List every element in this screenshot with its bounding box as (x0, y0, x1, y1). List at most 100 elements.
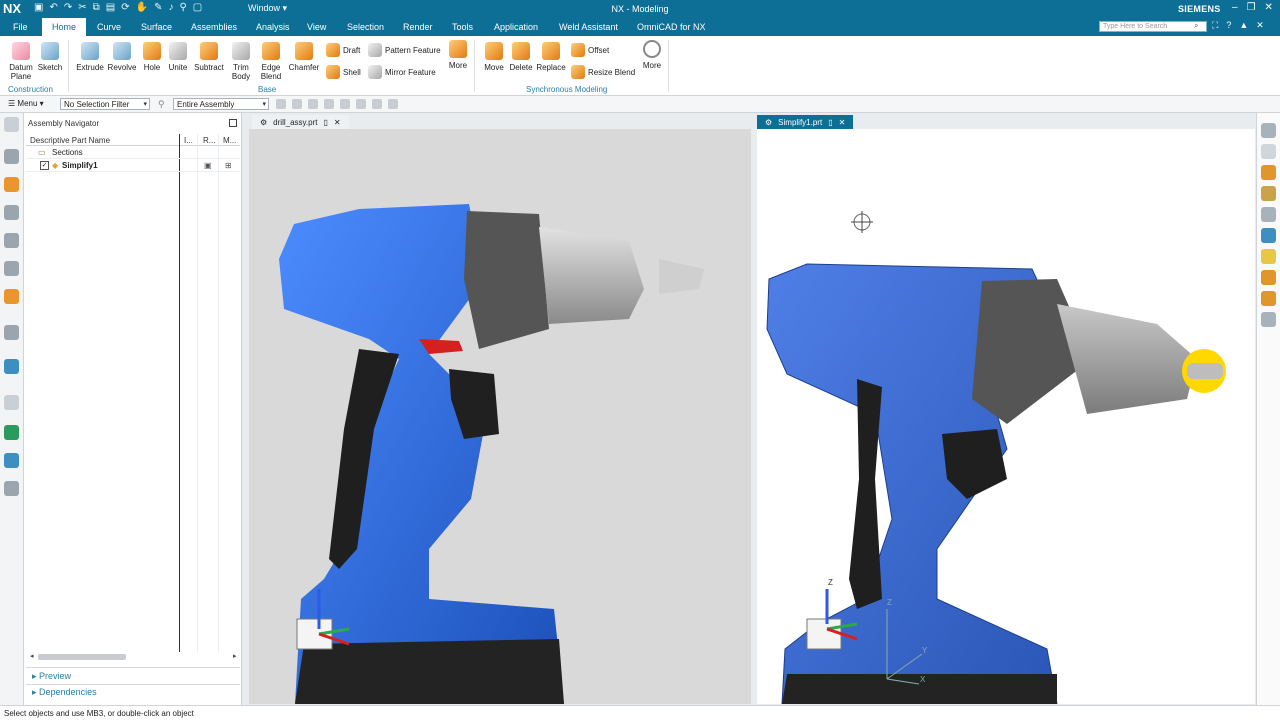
up-icon[interactable]: ▲ (1239, 20, 1248, 31)
sketch-button[interactable]: Sketch (38, 42, 62, 72)
web-browser-icon[interactable] (4, 359, 19, 374)
gear-icon[interactable] (4, 117, 19, 132)
preview-panel-toggle[interactable]: ▸ Preview (32, 671, 71, 682)
scroll-right-icon[interactable]: ▸ (233, 652, 237, 660)
checkbox-icon[interactable]: ✓ (40, 161, 49, 170)
pattern-feature-button[interactable]: Pattern Feature (368, 43, 441, 57)
column-header-i[interactable]: I... (184, 136, 193, 145)
close-tab-icon[interactable]: ✕ (334, 118, 341, 127)
tab-file[interactable]: File (13, 22, 28, 32)
unite-button[interactable]: Unite (166, 42, 190, 72)
filter-tool-icon[interactable] (308, 99, 318, 109)
tab-application[interactable]: Application (494, 22, 538, 32)
revolve-button[interactable]: Revolve (107, 42, 137, 72)
delete-face-button[interactable]: Delete (508, 42, 534, 72)
move-face-button[interactable]: Move (481, 42, 507, 72)
tab-home[interactable]: Home (42, 18, 87, 36)
select-tool-icon[interactable] (276, 99, 286, 109)
face-tool-icon[interactable] (340, 99, 350, 109)
tab-selection[interactable]: Selection (347, 22, 384, 32)
assembly-icon[interactable] (1261, 291, 1276, 306)
palette-icon[interactable] (4, 425, 19, 440)
constraint-navigator-icon[interactable] (4, 205, 19, 220)
history-icon[interactable] (4, 395, 19, 410)
fullscreen-icon[interactable]: ⛶ (1212, 20, 1218, 31)
column-header-name[interactable]: Descriptive Part Name (30, 136, 110, 145)
settings-icon[interactable]: ✕ (1256, 20, 1264, 31)
list-item[interactable]: ✓ ◆ Simplify1 ▣ ⊞ (26, 160, 240, 172)
edge-tool-icon[interactable] (372, 99, 382, 109)
close-tab-icon[interactable]: ✕ (839, 118, 846, 127)
tab-render[interactable]: Render (403, 22, 433, 32)
spreadsheet-icon[interactable] (1261, 312, 1276, 327)
help-icon[interactable]: ? (1226, 20, 1231, 31)
curve-analysis-icon[interactable] (1261, 228, 1276, 243)
tab-drill-assy[interactable]: ⚙ drill_assy.prt ▯ ✕ (252, 115, 349, 129)
graphics-window-drill-assy[interactable] (249, 129, 751, 704)
pmi-icon[interactable] (1261, 186, 1276, 201)
minimize-icon[interactable]: – (1232, 2, 1238, 13)
tab-surface[interactable]: Surface (141, 22, 172, 32)
table-icon[interactable] (1261, 165, 1276, 180)
hole-button[interactable]: Hole (141, 42, 163, 72)
part-navigator-icon[interactable] (4, 177, 19, 192)
datum-plane-button[interactable]: Datum Plane (8, 42, 34, 81)
tab-weld-assistant[interactable]: Weld Assistant (559, 22, 618, 32)
restore-icon[interactable]: ❐ (1247, 2, 1256, 13)
tab-analysis[interactable]: Analysis (256, 22, 290, 32)
materials-icon[interactable] (1261, 270, 1276, 285)
base-more-button[interactable]: More (446, 40, 470, 70)
model-views-icon[interactable] (1261, 123, 1276, 138)
tab-omnicad[interactable]: OmniCAD for NX (637, 22, 706, 32)
pin-icon[interactable]: ▯ (828, 118, 832, 127)
lighting-icon[interactable] (1261, 249, 1276, 264)
dependencies-panel-toggle[interactable]: ▸ Dependencies (32, 687, 97, 698)
chamfer-button[interactable]: Chamfer (288, 42, 320, 72)
scope-select[interactable]: Entire Assembly ▾ (173, 98, 269, 110)
maximize-icon[interactable] (229, 119, 237, 127)
pin-icon[interactable]: ▯ (323, 118, 327, 127)
snap-tool-icon[interactable] (292, 99, 302, 109)
tab-assemblies[interactable]: Assemblies (191, 22, 237, 32)
tab-tools[interactable]: Tools (452, 22, 473, 32)
roles-icon[interactable] (4, 289, 19, 304)
sync-more-button[interactable]: More (640, 40, 664, 70)
filter-funnel-icon[interactable]: ⚲ (158, 99, 165, 110)
scroll-left-icon[interactable]: ◂ (30, 652, 34, 660)
tab-view[interactable]: View (307, 22, 326, 32)
selection-filter-select[interactable]: No Selection Filter ▾ (60, 98, 150, 110)
edge-blend-button[interactable]: Edge Blend (257, 42, 285, 81)
component-tool-icon[interactable] (388, 99, 398, 109)
list-item[interactable]: ▭ Sections (26, 147, 240, 159)
horizontal-scrollbar[interactable]: ◂ ▸ (30, 653, 238, 661)
scroll-thumb[interactable] (38, 654, 126, 660)
search-icon[interactable]: ⌕ (1194, 21, 1198, 31)
body-tool-icon[interactable] (356, 99, 366, 109)
mirror-feature-button[interactable]: Mirror Feature (368, 65, 436, 79)
resize-blend-button[interactable]: Resize Blend (571, 65, 635, 79)
offset-button[interactable]: Offset (571, 43, 609, 57)
assembly-navigator-icon[interactable] (4, 149, 19, 164)
tab-curve[interactable]: Curve (97, 22, 121, 32)
system-materials-icon[interactable] (4, 325, 19, 340)
search-input[interactable]: Type Here to Search (1099, 21, 1207, 32)
menu-button[interactable]: ☰ Menu ▾ (8, 99, 44, 108)
point-tool-icon[interactable] (324, 99, 334, 109)
process-studio-icon[interactable] (4, 453, 19, 468)
column-header-r[interactable]: R... (203, 136, 215, 145)
draft-button[interactable]: Draft (326, 43, 360, 57)
shell-button[interactable]: Shell (326, 65, 361, 79)
tab-simplify1[interactable]: ⚙ Simplify1.prt ▯ ✕ (757, 115, 854, 129)
grid-icon[interactable] (1261, 207, 1276, 222)
column-header-m[interactable]: M... (223, 136, 236, 145)
graphics-window-simplify1[interactable]: Z Z Y X (757, 129, 1255, 704)
manufacturing-wizard-icon[interactable] (4, 481, 19, 496)
replace-face-button[interactable]: Replace (536, 42, 566, 72)
subtract-button[interactable]: Subtract (193, 42, 225, 72)
hd3d-tools-icon[interactable] (4, 261, 19, 276)
drafting-icon[interactable] (1261, 144, 1276, 159)
extrude-button[interactable]: Extrude (76, 42, 104, 72)
close-icon[interactable]: ✕ (1265, 2, 1273, 13)
reuse-library-icon[interactable] (4, 233, 19, 248)
trim-body-button[interactable]: Trim Body (229, 42, 253, 81)
